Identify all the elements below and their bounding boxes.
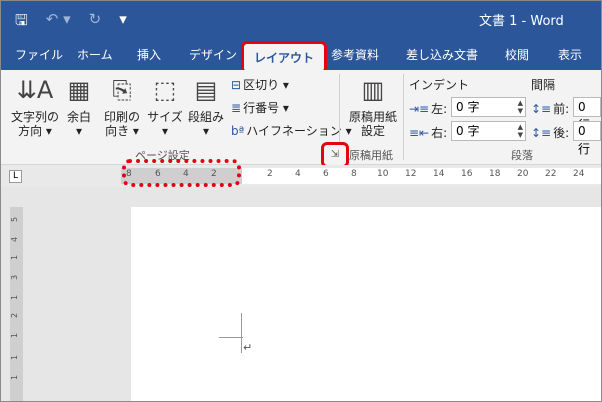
indent-title: インデント	[409, 78, 470, 92]
hyphenation-icon: bª	[231, 124, 245, 138]
ruler-tick: 18	[489, 169, 501, 179]
save-icon[interactable]: 🖫	[15, 10, 28, 35]
spacing-before-icon: ↕≡	[531, 102, 552, 116]
tab-selector[interactable]: L	[9, 170, 22, 183]
document-area: 5 4 1 3 1 2 1 1 1 ↵	[1, 187, 601, 401]
tab-mailings[interactable]: 差し込み文書	[406, 46, 478, 63]
ruler-tick: 5	[10, 216, 20, 223]
indent-right-field[interactable]: 0 字 ▲ ▼	[451, 121, 526, 141]
line-numbers-button[interactable]: ≣ 行番号 ▾	[231, 99, 289, 116]
spacing-before-label: ↕≡ 前:	[531, 102, 570, 116]
spacing-after-field[interactable]: 0 行	[573, 121, 601, 156]
indent-left-field[interactable]: 0 字 ▲ ▼	[451, 97, 526, 117]
ruler-tick: 16	[461, 169, 473, 179]
tab-design[interactable]: デザイン	[189, 46, 237, 63]
ribbon: ⇊A 文字列の 方向 ▾ ▦ 余白 ▾ ⎘ 印刷の 向き ▾ ⬚ サイズ ▾ ▤…	[1, 70, 601, 165]
document-page[interactable]: ↵	[131, 207, 601, 401]
genkou-settings-button[interactable]: ▥ 原稿用紙 設定	[345, 74, 401, 138]
tab-references[interactable]: 参考資料	[331, 46, 379, 63]
ruler-tick: 8	[351, 169, 357, 179]
group-separator	[403, 74, 404, 160]
paragraph-group-label: 段落	[511, 149, 533, 162]
ruler-tick: 22	[545, 169, 557, 179]
ruler-tick: 10	[377, 169, 389, 179]
ruler-tick: 24	[573, 169, 585, 179]
redo-icon[interactable]: ↻	[89, 10, 102, 35]
ruler-tick: 1	[10, 354, 20, 361]
text-direction-icon: ⇊A	[16, 76, 54, 104]
spacing-title: 間隔	[531, 78, 556, 92]
size-icon: ⬚	[153, 76, 177, 104]
ruler-tick: 1	[10, 294, 20, 301]
orientation-button[interactable]: ⎘ 印刷の 向き ▾	[101, 74, 143, 138]
ruler-tick: 1	[10, 332, 20, 339]
ruler-tick: 6	[323, 169, 329, 179]
ruler-tick: 14	[433, 169, 445, 179]
indent-right-label: ≡⇤ 右:	[409, 126, 448, 140]
spacing-after-icon: ↕≡	[531, 126, 552, 140]
window-title: 文書 1 - Word	[479, 14, 564, 29]
undo-icon[interactable]: ↶ ▾	[46, 10, 71, 35]
ruler-tick: 2	[267, 169, 273, 179]
indent-right-icon: ≡⇤	[409, 126, 430, 140]
crop-mark	[241, 313, 242, 353]
ruler-tick: 20	[517, 169, 529, 179]
tab-review[interactable]: 校閲	[505, 46, 529, 63]
horizontal-ruler-bar: L 8 6 4 2 2 4 6 8 10 12 14 16 18 20 22 2…	[1, 165, 601, 187]
ruler-tick: 1	[10, 254, 20, 261]
genkou-group-label: 原稿用紙	[349, 149, 393, 162]
ruler-highlight-annotation	[122, 159, 241, 187]
ruler-tick: 3	[10, 274, 20, 281]
ruler-tick: 4	[295, 169, 301, 179]
orientation-icon: ⎘	[112, 76, 132, 104]
tab-view[interactable]: 表示	[558, 46, 582, 63]
crop-mark	[219, 337, 243, 338]
margins-button[interactable]: ▦ 余白 ▾	[63, 74, 95, 138]
title-bar: 🖫 ↶ ▾ ↻ ▾ 文書 1 - Word	[1, 1, 601, 37]
spinner-icon[interactable]: ▲ ▼	[518, 99, 523, 115]
spinner-icon[interactable]: ▲ ▼	[518, 123, 523, 139]
ruler-tick: 4	[10, 236, 20, 243]
paragraph-mark-icon: ↵	[243, 341, 253, 354]
columns-button[interactable]: ▤ 段組み ▾	[187, 74, 225, 138]
indent-left-icon: ⇥≡	[409, 102, 430, 116]
tab-home[interactable]: ホーム	[77, 46, 113, 63]
ruler-tick: 1	[10, 374, 20, 381]
spacing-after-label: ↕≡ 後:	[531, 126, 570, 140]
genkou-icon: ▥	[361, 76, 385, 104]
ruler-tick: 12	[405, 169, 417, 179]
spacing-before-field[interactable]: 0 行	[573, 97, 601, 132]
tab-insert[interactable]: 挿入	[137, 46, 161, 63]
size-button[interactable]: ⬚ サイズ ▾	[147, 74, 183, 138]
line-numbers-icon: ≣	[231, 101, 242, 115]
hyphenation-button[interactable]: bª ハイフネーション ▾	[231, 122, 352, 139]
customize-qat-icon[interactable]: ▾	[119, 10, 127, 35]
quick-access-toolbar: 🖫 ↶ ▾ ↻ ▾	[15, 10, 127, 35]
indent-left-label: ⇥≡ 左:	[409, 102, 448, 116]
ruler-tick: 2	[10, 312, 20, 319]
tab-file[interactable]: ファイル	[15, 46, 63, 63]
text-direction-button[interactable]: ⇊A 文字列の 方向 ▾	[7, 74, 63, 138]
breaks-button[interactable]: ⊟ 区切り ▾	[231, 76, 289, 93]
margins-icon: ▦	[67, 76, 91, 104]
ribbon-tabs: ファイル ホーム 挿入 デザイン レイアウト 参考資料 差し込み文書 校閲 表示	[1, 37, 601, 74]
vertical-ruler[interactable]: 5 4 1 3 1 2 1 1 1	[10, 207, 23, 401]
breaks-icon: ⊟	[231, 78, 242, 92]
columns-icon: ▤	[194, 76, 218, 104]
